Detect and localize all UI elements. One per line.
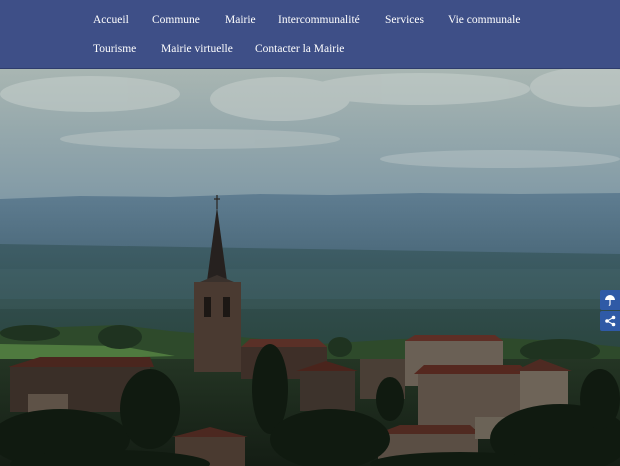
- nav-item-services[interactable]: Services: [385, 9, 424, 31]
- nav-row-primary: Accueil Commune Mairie Intercommunalité …: [0, 9, 620, 31]
- nav-item-vie-communale[interactable]: Vie communale: [448, 9, 520, 31]
- nav-row-secondary: Tourisme Mairie virtuelle Contacter la M…: [0, 38, 620, 60]
- nav-item-mairie[interactable]: Mairie: [225, 9, 256, 31]
- nav-item-commune[interactable]: Commune: [152, 9, 200, 31]
- nav-item-contacter-la-mairie[interactable]: Contacter la Mairie: [255, 38, 344, 60]
- hero-landscape-image: [0, 69, 620, 466]
- nav-item-intercommunalite[interactable]: Intercommunalité: [278, 9, 360, 31]
- nav-item-mairie-virtuelle[interactable]: Mairie virtuelle: [161, 38, 233, 60]
- umbrella-button[interactable]: [600, 290, 620, 310]
- share-icon: [604, 315, 616, 327]
- nav-item-accueil[interactable]: Accueil: [93, 9, 129, 31]
- nav-item-tourisme[interactable]: Tourisme: [93, 38, 136, 60]
- main-navigation: Accueil Commune Mairie Intercommunalité …: [0, 0, 620, 69]
- share-button[interactable]: [600, 311, 620, 331]
- umbrella-icon: [604, 294, 616, 306]
